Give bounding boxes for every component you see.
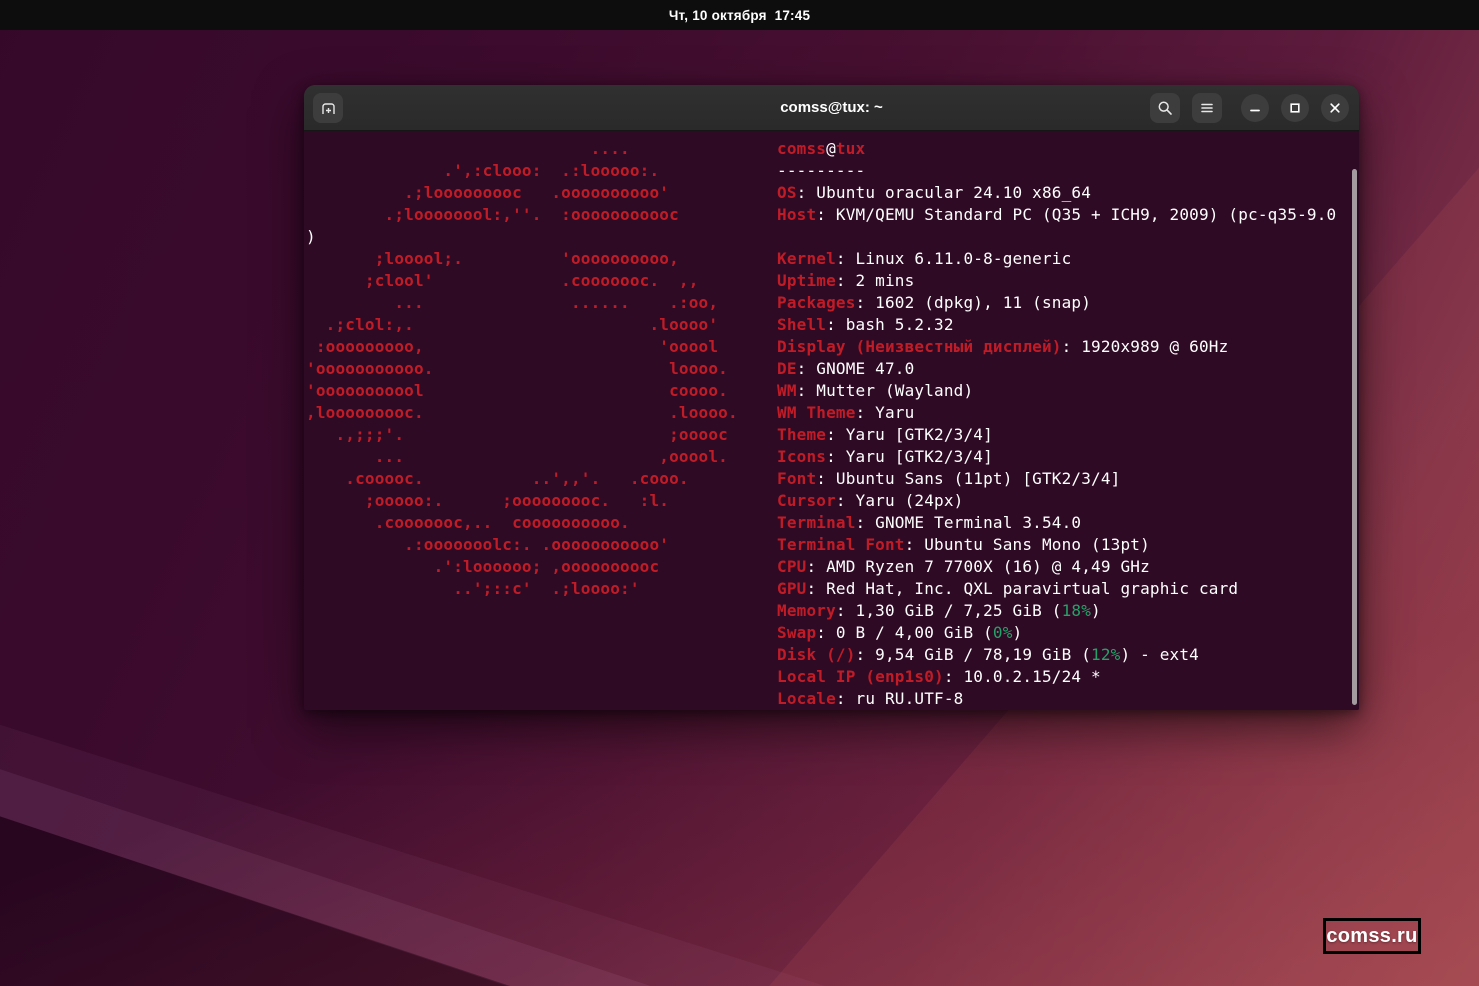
info-line: Disk (/): 9,54 GiB / 78,19 GiB (12%) - e… [777,645,1199,664]
minimize-icon [1248,101,1262,115]
info-line: Terminal: GNOME Terminal 3.54.0 [777,513,1082,532]
top-bar: Чт, 10 октября 17:45 [0,0,1479,30]
titlebar[interactable]: comss@tux: ~ [304,85,1359,131]
info-line: OS: Ubuntu oracular 24.10 x86_64 [777,183,1092,202]
info-line: Kernel: Linux 6.11.0-8-generic [777,249,1072,268]
info-line: Locale: ru RU.UTF-8 [777,689,964,708]
search-icon [1157,100,1173,116]
ubuntu-ascii-logo: .... .',:clooo: .:looooo:. .;looooooooc … [306,139,738,598]
info-line: Uptime: 2 mins [777,271,915,290]
info-line: Swap: 0 B / 4,00 GiB (0%) [777,623,1023,642]
host-line-wrap: ) [306,227,316,246]
info-line: Theme: Yaru [GTK2/3/4] [777,425,993,444]
info-line: Cursor: Yaru (24px) [777,491,964,510]
system-info: comss@tux --------- OS: Ubuntu oracular 24… [777,138,1336,710]
info-line: --------- [777,161,866,180]
clock-date-button[interactable]: Чт, 10 октября 17:45 [669,8,810,23]
minimize-button[interactable] [1241,94,1269,122]
scrollbar-thumb[interactable] [1352,169,1357,705]
watermark-badge: comss.ru [1323,918,1421,954]
close-button[interactable] [1321,94,1349,122]
info-line: WM: Mutter (Wayland) [777,381,974,400]
hamburger-icon [1199,100,1215,116]
info-line: Packages: 1602 (dpkg), 11 (snap) [777,293,1092,312]
new-tab-icon [320,100,337,117]
info-line [777,226,1336,248]
maximize-button[interactable] [1281,94,1309,122]
terminal-window: comss@tux: ~ .... .',:clooo: .:looooo:. … [304,85,1359,710]
info-line: comss@tux [777,139,866,158]
info-line: CPU: AMD Ryzen 7 7700X (16) @ 4,49 GHz [777,557,1150,576]
info-line: Font: Ubuntu Sans (11pt) [GTK2/3/4] [777,469,1121,488]
info-line: GPU: Red Hat, Inc. QXL paravirtual graph… [777,579,1239,598]
info-line: Terminal Font: Ubuntu Sans Mono (13pt) [777,535,1150,554]
info-line: Local IP (enp1s0): 10.0.2.15/24 * [777,667,1101,686]
info-line: Display (Неизвестный дисплей): 1920x989 … [777,337,1229,356]
info-line: Icons: Yaru [GTK2/3/4] [777,447,993,466]
info-line: Memory: 1,30 GiB / 7,25 GiB (18%) [777,601,1101,620]
menu-button[interactable] [1192,93,1222,123]
info-line: WM Theme: Yaru [777,403,915,422]
info-line: Shell: bash 5.2.32 [777,315,954,334]
info-line: Host: KVM/QEMU Standard PC (Q35 + ICH9, … [777,205,1337,224]
close-icon [1328,101,1342,115]
terminal-body[interactable]: .... .',:clooo: .:looooo:. .;looooooooc … [304,131,1359,710]
new-tab-button[interactable] [313,93,343,123]
info-line: DE: GNOME 47.0 [777,359,915,378]
maximize-icon [1288,101,1302,115]
search-button[interactable] [1150,93,1180,123]
